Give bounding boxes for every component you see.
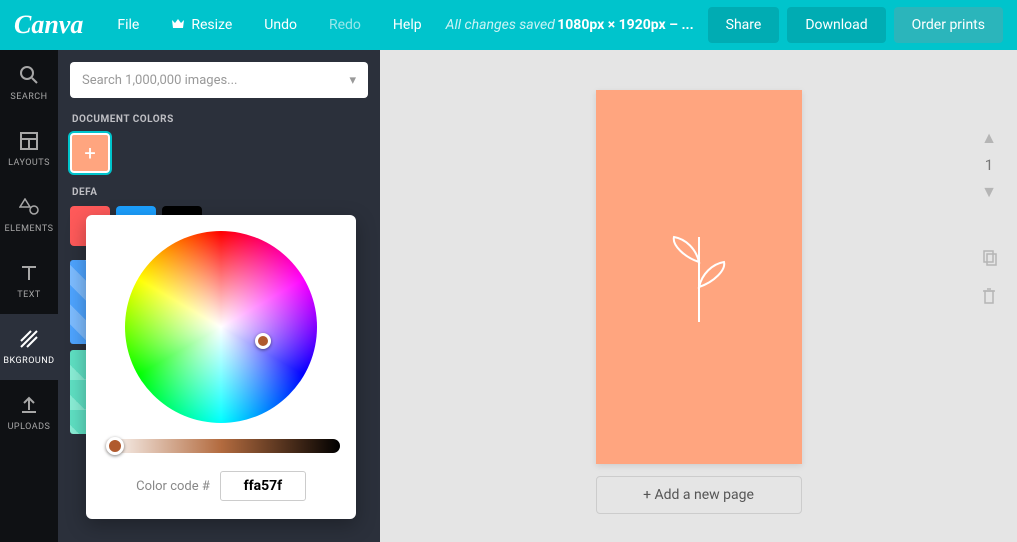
page-down-icon[interactable]: ▼	[981, 182, 997, 202]
menu-help[interactable]: Help	[377, 17, 438, 33]
canvas-dimensions[interactable]: 1080px × 1920px – ...	[557, 17, 693, 33]
top-bar: Canva File Resize Undo Redo Help All cha…	[0, 0, 1017, 50]
menu-file[interactable]: File	[101, 17, 155, 33]
add-color-swatch[interactable]: +	[70, 133, 110, 173]
canva-logo: Canva	[14, 10, 83, 40]
rail-text-label: TEXT	[17, 290, 41, 300]
shade-slider[interactable]	[102, 439, 340, 453]
chevron-down-icon: ▾	[349, 73, 356, 88]
rail-uploads[interactable]: UPLOADS	[0, 380, 58, 446]
menu-redo[interactable]: Redo	[313, 17, 377, 33]
rail-layouts-label: LAYOUTS	[8, 158, 50, 168]
rail-search[interactable]: SEARCH	[0, 50, 58, 116]
layouts-icon	[18, 130, 40, 152]
side-rail: SEARCH LAYOUTS ELEMENTS TEXT BKGROUND UP…	[0, 50, 58, 542]
page-number: 1	[985, 156, 993, 174]
order-prints-button[interactable]: Order prints	[894, 7, 1003, 43]
rail-text[interactable]: TEXT	[0, 248, 58, 314]
color-picker: Color code #	[86, 215, 356, 519]
search-icon	[18, 64, 40, 86]
document-colors-label: DOCUMENT COLORS	[72, 114, 368, 125]
elements-icon	[18, 196, 40, 218]
download-button[interactable]: Download	[787, 7, 885, 43]
artboard[interactable]	[596, 90, 802, 464]
color-wheel-handle[interactable]	[255, 333, 271, 349]
rail-uploads-label: UPLOADS	[8, 422, 51, 432]
delete-page-icon[interactable]	[982, 288, 996, 308]
menu-resize[interactable]: Resize	[155, 17, 248, 33]
canvas-area: + Add a new page ▲ 1 ▼	[380, 50, 1017, 542]
rail-layouts[interactable]: LAYOUTS	[0, 116, 58, 182]
background-icon	[18, 328, 40, 350]
page-up-icon[interactable]: ▲	[981, 128, 997, 148]
uploads-icon	[18, 394, 40, 416]
share-button[interactable]: Share	[708, 7, 780, 43]
rail-elements[interactable]: ELEMENTS	[0, 182, 58, 248]
menu-resize-label: Resize	[191, 17, 232, 33]
rail-search-label: SEARCH	[10, 92, 47, 102]
copy-page-icon[interactable]	[981, 250, 997, 270]
color-code-input[interactable]	[220, 471, 306, 501]
search-placeholder: Search 1,000,000 images...	[82, 73, 237, 88]
rail-background-label: BKGROUND	[3, 356, 54, 366]
search-input[interactable]: Search 1,000,000 images... ▾	[70, 62, 368, 98]
color-wheel[interactable]	[125, 231, 317, 423]
save-status: All changes saved	[446, 17, 555, 33]
rail-background[interactable]: BKGROUND	[0, 314, 58, 380]
page-controls: ▲ 1 ▼	[981, 128, 997, 308]
menu-undo[interactable]: Undo	[248, 17, 313, 33]
plant-icon	[664, 227, 734, 327]
rail-elements-label: ELEMENTS	[5, 224, 54, 234]
side-panel: Search 1,000,000 images... ▾ DOCUMENT CO…	[58, 50, 380, 542]
add-page-button[interactable]: + Add a new page	[596, 476, 802, 514]
color-code-label: Color code #	[136, 479, 210, 494]
text-icon	[18, 262, 40, 284]
default-colors-label: DEFA	[72, 187, 368, 198]
crown-icon	[171, 17, 185, 33]
shade-slider-handle[interactable]	[106, 437, 124, 455]
